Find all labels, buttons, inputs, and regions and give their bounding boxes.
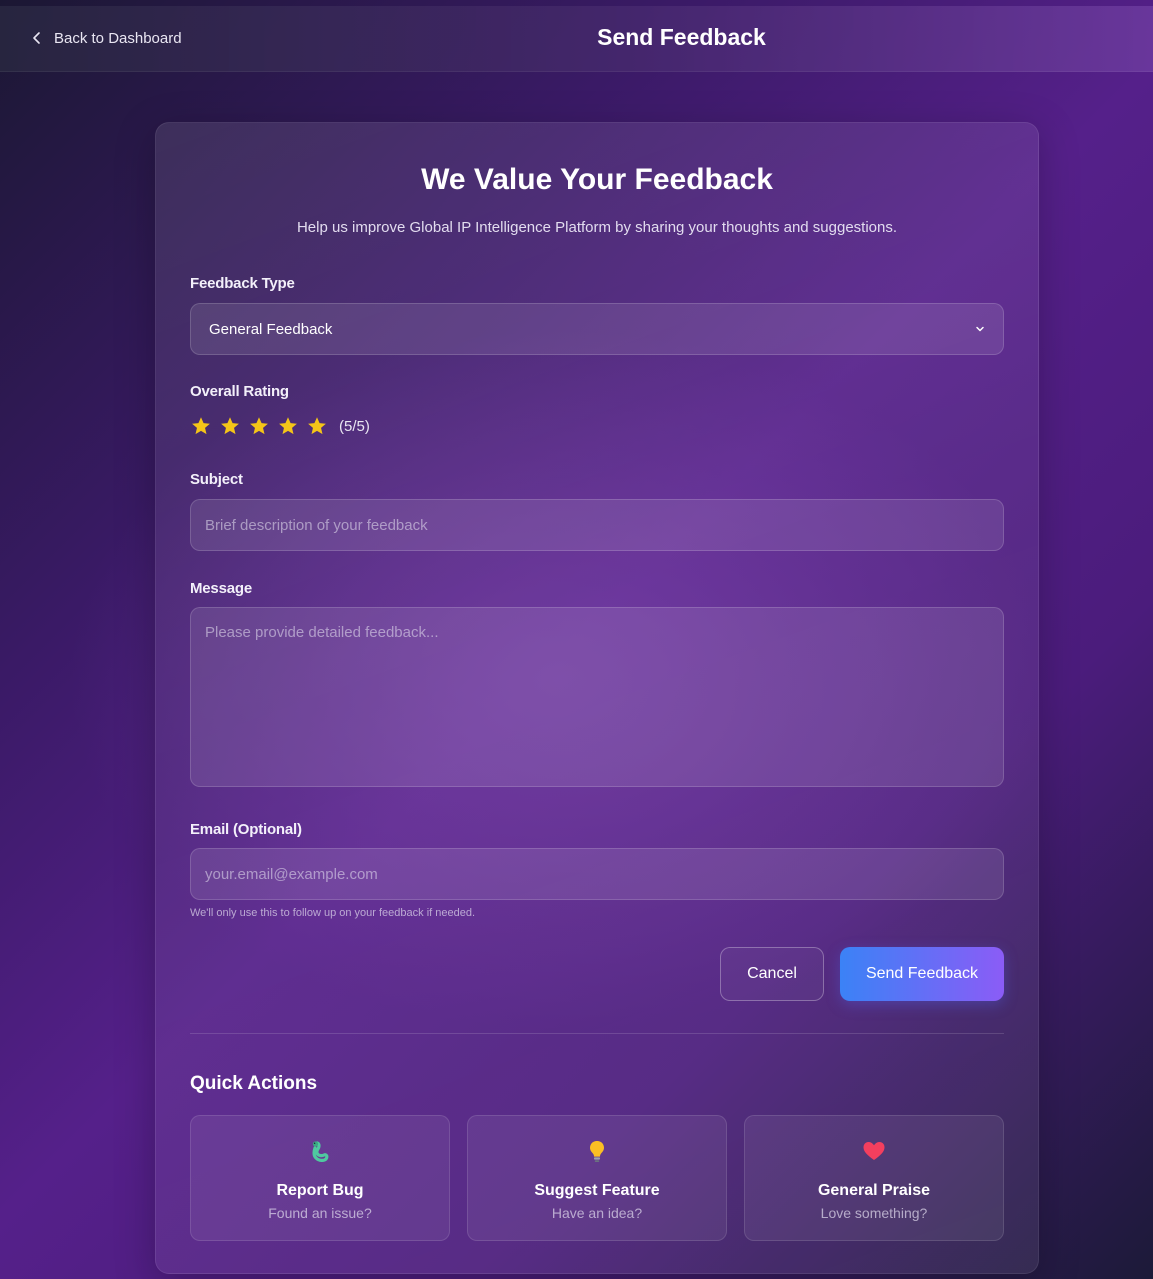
cancel-button[interactable]: Cancel bbox=[720, 947, 824, 1001]
quick-action-label: Suggest Feature bbox=[534, 1182, 660, 1199]
feedback-card: We Value Your Feedback Help us improve G… bbox=[155, 122, 1039, 1274]
star-rating: (5/5) bbox=[190, 415, 370, 437]
lightbulb-icon bbox=[590, 1141, 604, 1162]
top-bar: Back to Dashboard Send Feedback bbox=[0, 6, 1153, 72]
star-icon[interactable] bbox=[219, 415, 241, 437]
chevron-down-icon bbox=[976, 326, 984, 332]
quick-action-label: General Praise bbox=[817, 1182, 931, 1199]
email-hint: We'll only use this to follow up on your… bbox=[190, 907, 476, 919]
star-icon[interactable] bbox=[306, 415, 328, 437]
quick-action-label: Report Bug bbox=[276, 1182, 364, 1199]
quick-action-sub: Have an idea? bbox=[551, 1205, 643, 1221]
email-input[interactable] bbox=[190, 848, 1004, 900]
send-feedback-button[interactable]: Send Feedback bbox=[840, 947, 1004, 1001]
quick-action-general-praise[interactable]: General Praise Love something? bbox=[744, 1115, 1004, 1241]
star-icon[interactable] bbox=[190, 415, 212, 437]
quick-action-sub: Found an issue? bbox=[268, 1205, 372, 1221]
subject-label: Subject bbox=[190, 471, 243, 488]
feedback-type-label: Feedback Type bbox=[190, 275, 295, 292]
quick-actions-title: Quick Actions bbox=[190, 1073, 318, 1094]
email-label: Email (Optional) bbox=[190, 821, 302, 838]
star-icon[interactable] bbox=[277, 415, 299, 437]
form-heading: We Value Your Feedback bbox=[421, 163, 773, 196]
subject-input[interactable] bbox=[190, 499, 1004, 551]
quick-action-sub: Love something? bbox=[820, 1205, 928, 1221]
feedback-type-select[interactable]: General Feedback bbox=[190, 303, 1004, 355]
page-title: Send Feedback bbox=[597, 24, 766, 50]
quick-action-report-bug[interactable]: Report Bug Found an issue? bbox=[190, 1115, 450, 1241]
star-icon[interactable] bbox=[248, 415, 270, 437]
message-textarea[interactable] bbox=[190, 607, 1004, 787]
quick-action-suggest-feature[interactable]: Suggest Feature Have an idea? bbox=[467, 1115, 727, 1241]
bug-icon bbox=[312, 1141, 329, 1162]
section-divider bbox=[190, 1033, 1004, 1034]
rating-label: Overall Rating bbox=[190, 383, 289, 400]
form-subheading: Help us improve Global IP Intelligence P… bbox=[296, 219, 898, 236]
heart-icon bbox=[863, 1142, 885, 1160]
rating-value-text: (5/5) bbox=[339, 417, 370, 435]
feedback-type-value: General Feedback bbox=[209, 320, 333, 338]
message-label: Message bbox=[190, 580, 252, 597]
